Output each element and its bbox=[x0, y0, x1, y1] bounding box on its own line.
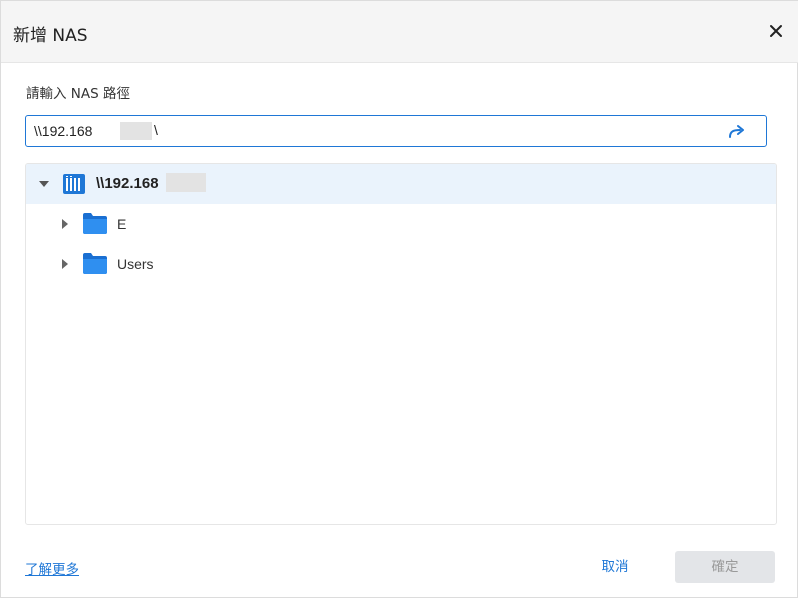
redacted-mask bbox=[166, 173, 206, 192]
folder-icon bbox=[83, 213, 107, 234]
close-icon bbox=[770, 25, 782, 37]
dialog-title: 新增 NAS bbox=[13, 26, 88, 46]
add-nas-dialog: 新增 NAS 請輸入 NAS 路徑 \\192.168 \ \\192.168 … bbox=[0, 0, 798, 598]
tree-row-folder-e[interactable]: E bbox=[26, 204, 776, 244]
go-button[interactable] bbox=[728, 124, 746, 140]
cancel-button[interactable]: 取消 bbox=[589, 551, 641, 583]
tree-root-label: \\192.168 bbox=[96, 175, 159, 192]
redacted-mask bbox=[120, 122, 152, 140]
ok-button[interactable]: 確定 bbox=[675, 551, 775, 583]
caret-down-icon[interactable] bbox=[38, 178, 50, 190]
path-suffix: \ bbox=[154, 122, 158, 138]
folder-label: E bbox=[117, 216, 127, 232]
folder-label: Users bbox=[117, 256, 154, 272]
tree-row-root[interactable]: \\192.168 bbox=[26, 164, 776, 204]
nas-folder-tree: \\192.168 E Users bbox=[25, 163, 777, 525]
path-prompt-label: 請輸入 NAS 路徑 bbox=[26, 86, 130, 102]
tree-row-folder-users[interactable]: Users bbox=[26, 244, 776, 284]
caret-right-icon[interactable] bbox=[59, 258, 71, 270]
folder-icon bbox=[83, 253, 107, 274]
learn-more-link[interactable]: 了解更多 bbox=[25, 558, 79, 578]
nas-icon bbox=[63, 174, 85, 194]
path-input-box: \ bbox=[25, 115, 767, 147]
close-button[interactable] bbox=[766, 21, 786, 41]
caret-right-icon[interactable] bbox=[59, 218, 71, 230]
go-arrow-icon bbox=[729, 125, 744, 138]
dialog-titlebar: 新增 NAS bbox=[1, 1, 798, 63]
